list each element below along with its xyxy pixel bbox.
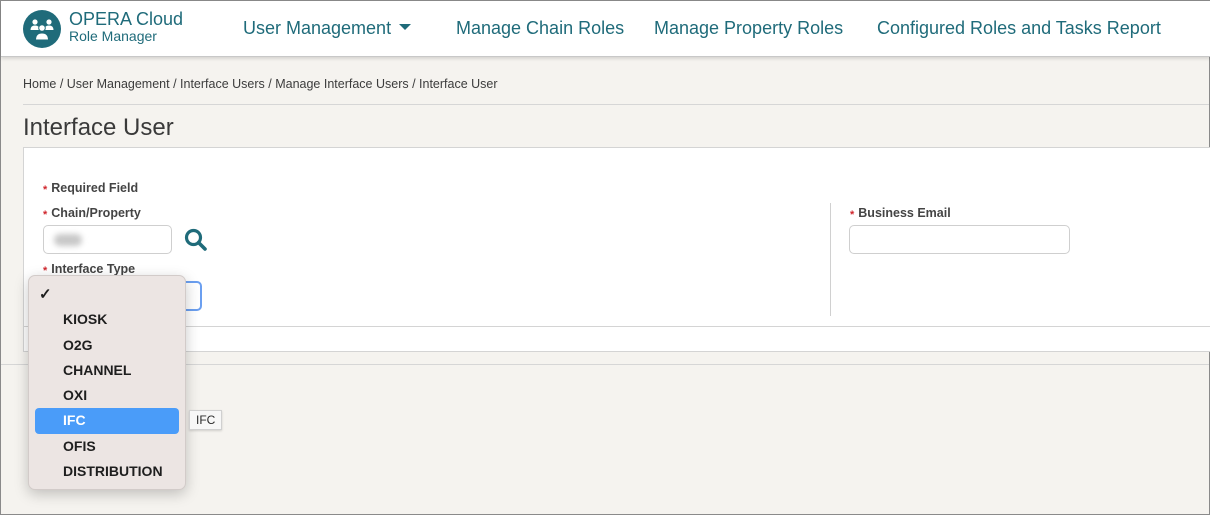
interface-type-dropdown: ✓ KIOSK O2G CHANNEL OXI IFC OFIS DISTRIB… xyxy=(28,275,186,490)
breadcrumb: Home / User Management / Interface Users… xyxy=(23,77,498,91)
breadcrumb-divider xyxy=(23,104,1209,105)
dropdown-option-ifc[interactable]: IFC xyxy=(35,408,179,434)
nav-manage-chain-roles[interactable]: Manage Chain Roles xyxy=(456,18,624,39)
breadcrumb-current: Interface User xyxy=(419,77,498,91)
page-title: Interface User xyxy=(23,114,174,141)
card-divider xyxy=(24,326,1210,327)
chain-property-input[interactable] xyxy=(43,225,172,254)
dropdown-option-oxi[interactable]: OXI xyxy=(35,383,179,408)
required-marker: * xyxy=(43,184,48,196)
required-marker: * xyxy=(43,209,48,221)
nav-manage-property-roles[interactable]: Manage Property Roles xyxy=(654,18,843,39)
dropdown-option-o2g[interactable]: O2G xyxy=(35,333,179,358)
nav-label: User Management xyxy=(243,18,392,38)
breadcrumb-interface-users[interactable]: Interface Users xyxy=(180,77,265,91)
breadcrumb-separator: / xyxy=(264,77,276,91)
required-field-note: * Required Field xyxy=(43,181,139,196)
app-brand[interactable]: OPERA Cloud Role Manager xyxy=(69,10,183,43)
interface-user-form: * Required Field * Chain/Property * Interfa… xyxy=(23,147,1210,352)
breadcrumb-home[interactable]: Home xyxy=(23,77,56,91)
dropdown-option-ofis[interactable]: OFIS xyxy=(35,434,179,459)
chain-property-label: * Chain/Property xyxy=(43,206,141,221)
dropdown-option-channel[interactable]: CHANNEL xyxy=(35,358,179,383)
checkmark-icon: ✓ xyxy=(39,286,52,303)
column-divider xyxy=(830,203,831,316)
required-marker: * xyxy=(850,209,855,221)
option-tooltip: IFC xyxy=(189,410,223,430)
interface-type-label: * Interface Type xyxy=(43,262,136,277)
breadcrumb-user-management[interactable]: User Management xyxy=(67,77,170,91)
nav-user-management[interactable]: User Management xyxy=(243,18,412,39)
business-email-input[interactable] xyxy=(849,225,1070,254)
dropdown-option-kiosk[interactable]: KIOSK xyxy=(35,307,179,332)
search-icon[interactable] xyxy=(183,227,209,253)
breadcrumb-separator: / xyxy=(408,77,420,91)
breadcrumb-manage-interface-users[interactable]: Manage Interface Users xyxy=(275,77,408,91)
brand-subtitle: Role Manager xyxy=(69,28,157,44)
business-email-label: * Business Email xyxy=(850,206,951,221)
caret-down-icon xyxy=(399,24,412,31)
nav-configured-roles-report[interactable]: Configured Roles and Tasks Report xyxy=(877,18,1161,39)
obscured-value xyxy=(54,234,82,246)
breadcrumb-separator: / xyxy=(56,77,67,91)
brand-title: OPERA Cloud xyxy=(69,9,184,29)
users-group-icon[interactable] xyxy=(23,10,61,48)
breadcrumb-separator: / xyxy=(169,77,181,91)
dropdown-option-distribution[interactable]: DISTRIBUTION xyxy=(35,459,179,484)
dropdown-option-empty[interactable]: ✓ xyxy=(35,282,179,307)
top-navigation-bar: OPERA Cloud Role Manager User Management… xyxy=(1,1,1210,57)
